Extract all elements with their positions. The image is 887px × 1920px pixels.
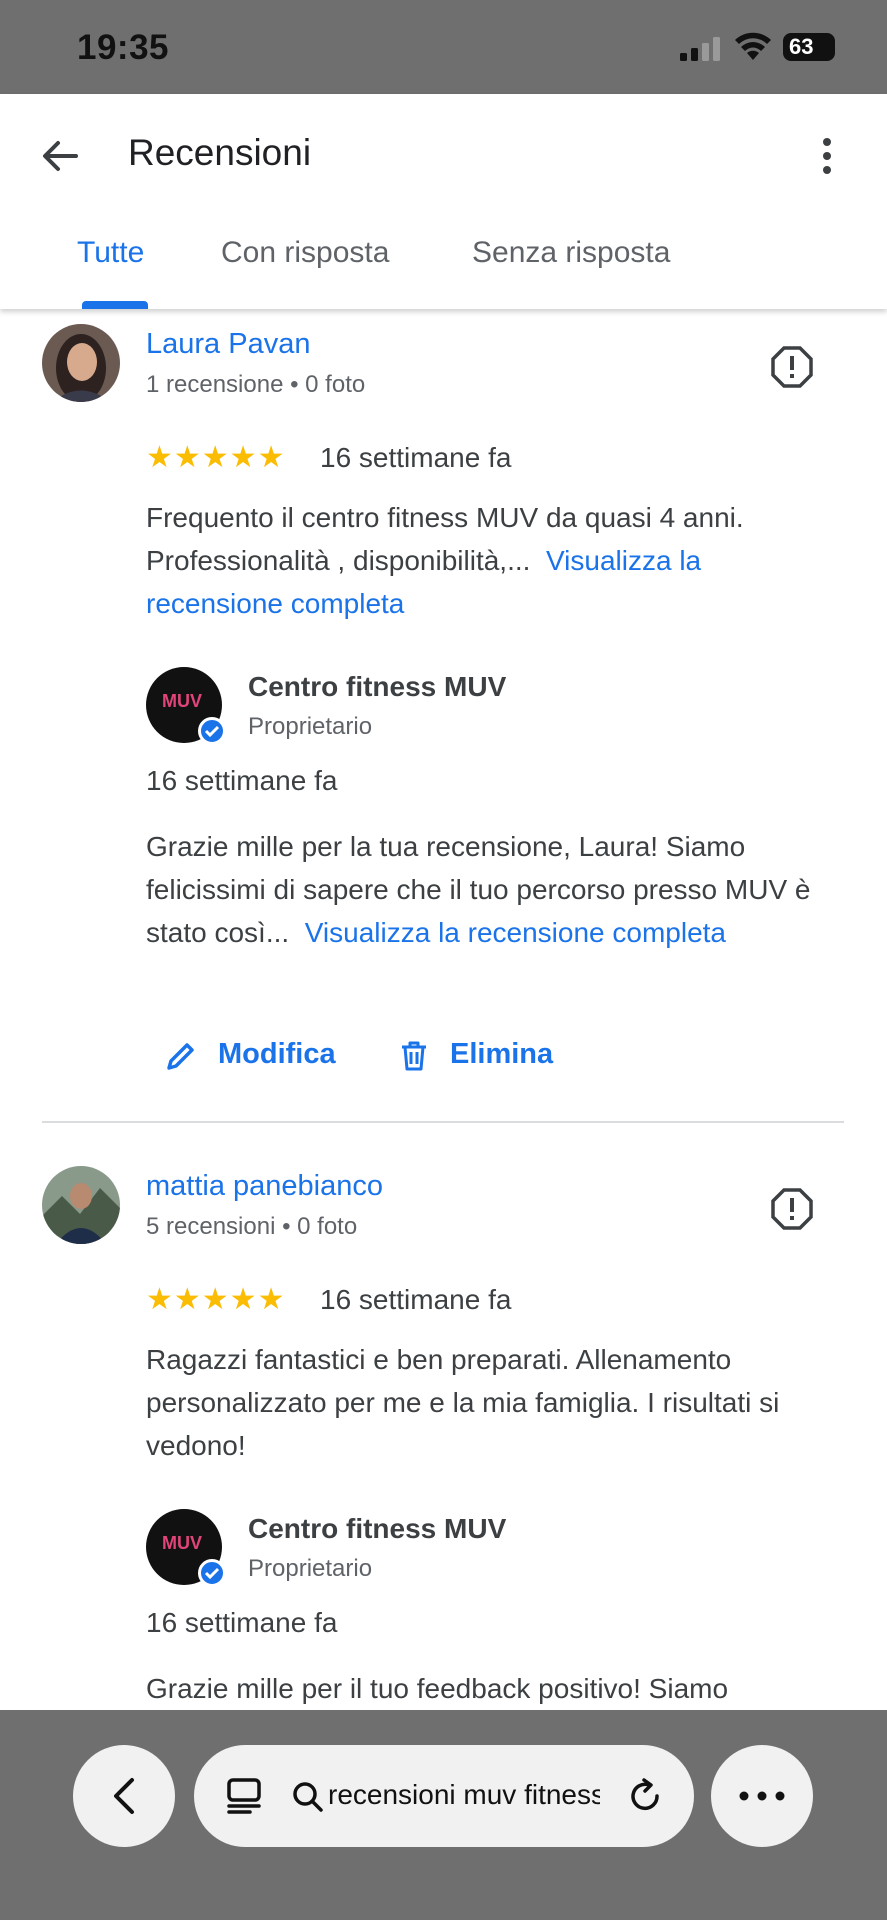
edit-reply-button[interactable]: Modifica — [218, 1038, 336, 1071]
page-title: Recensioni — [128, 132, 312, 173]
back-arrow-icon[interactable] — [38, 134, 82, 178]
review-text: Ragazzi fantastici e ben preparati. Alle… — [146, 1338, 836, 1467]
avatar[interactable] — [42, 1166, 120, 1244]
verified-check-icon — [198, 717, 226, 745]
status-time: 19:35 — [77, 28, 170, 67]
review-time: 16 settimane fa — [320, 1284, 512, 1315]
owner-name: Centro fitness MUV — [248, 1513, 507, 1544]
tab-tutte[interactable]: Tutte — [77, 236, 144, 270]
owner-logo-text: MUV — [162, 691, 202, 711]
cellular-signal-icon — [680, 37, 720, 61]
star-rating: ★★★★★ — [146, 1283, 286, 1316]
tab-senza-risposta[interactable]: Senza risposta — [472, 236, 670, 270]
owner-role: Proprietario — [248, 713, 373, 740]
owner-logo: MUV — [146, 667, 226, 745]
trash-icon[interactable] — [398, 1040, 430, 1072]
review-author[interactable]: Laura Pavan — [146, 328, 310, 361]
owner-logo-text: MUV — [162, 1533, 202, 1553]
battery-icon: 63 — [783, 33, 835, 61]
search-icon — [293, 1782, 323, 1812]
active-tab-indicator — [82, 301, 148, 309]
flag-icon[interactable] — [771, 346, 813, 388]
avatar[interactable] — [42, 324, 120, 402]
reply-text: Grazie mille per la tua recensione, Laur… — [146, 825, 836, 954]
address-text[interactable]: recensioni muv fitness — [328, 1779, 600, 1811]
verified-check-icon — [198, 1559, 226, 1587]
more-menu-button[interactable] — [711, 1745, 813, 1847]
review-time: 16 settimane fa — [320, 442, 512, 473]
divider — [42, 1121, 844, 1123]
browser-toolbar: recensioni muv fitness — [0, 1710, 887, 1920]
battery-level: 63 — [789, 34, 814, 59]
status-bar: 19:35 63 — [0, 0, 887, 94]
reply-expand-link[interactable]: Visualizza la recensione completa — [305, 917, 726, 948]
browser-back-icon — [114, 1778, 134, 1814]
review-author[interactable]: mattia panebianco — [146, 1170, 383, 1203]
owner-logo: MUV — [146, 1509, 226, 1587]
tab-con-risposta[interactable]: Con risposta — [221, 236, 389, 270]
reply-time: 16 settimane fa — [146, 765, 338, 796]
delete-reply-button[interactable]: Elimina — [450, 1038, 553, 1071]
more-vert-icon[interactable] — [812, 134, 842, 178]
review-author-stats: 5 recensioni • 0 foto — [146, 1213, 358, 1240]
app-bar: Recensioni Tutte Con risposta Senza risp… — [0, 94, 887, 309]
tabs-icon[interactable] — [226, 1777, 262, 1815]
review-author-stats: 1 recensione • 0 foto — [146, 371, 366, 398]
review-text: Frequento il centro fitness MUV da quasi… — [146, 496, 836, 625]
reply-text: Grazie mille per il tuo feedback positiv… — [146, 1667, 836, 1710]
edit-pencil-icon[interactable] — [165, 1040, 197, 1072]
wifi-icon — [735, 32, 771, 60]
star-rating: ★★★★★ — [146, 441, 286, 474]
review-text-snippet: Ragazzi fantastici e ben preparati. Alle… — [146, 1344, 780, 1461]
reload-icon[interactable] — [626, 1777, 664, 1815]
reply-time: 16 settimane fa — [146, 1607, 338, 1638]
owner-name: Centro fitness MUV — [248, 671, 507, 702]
address-bar[interactable]: recensioni muv fitness — [194, 1745, 694, 1847]
more-horiz-icon — [739, 1791, 785, 1801]
browser-back-button[interactable] — [73, 1745, 175, 1847]
reply-text-snippet: Grazie mille per il tuo feedback positiv… — [146, 1673, 729, 1704]
flag-icon[interactable] — [771, 1188, 813, 1230]
owner-role: Proprietario — [248, 1555, 373, 1582]
